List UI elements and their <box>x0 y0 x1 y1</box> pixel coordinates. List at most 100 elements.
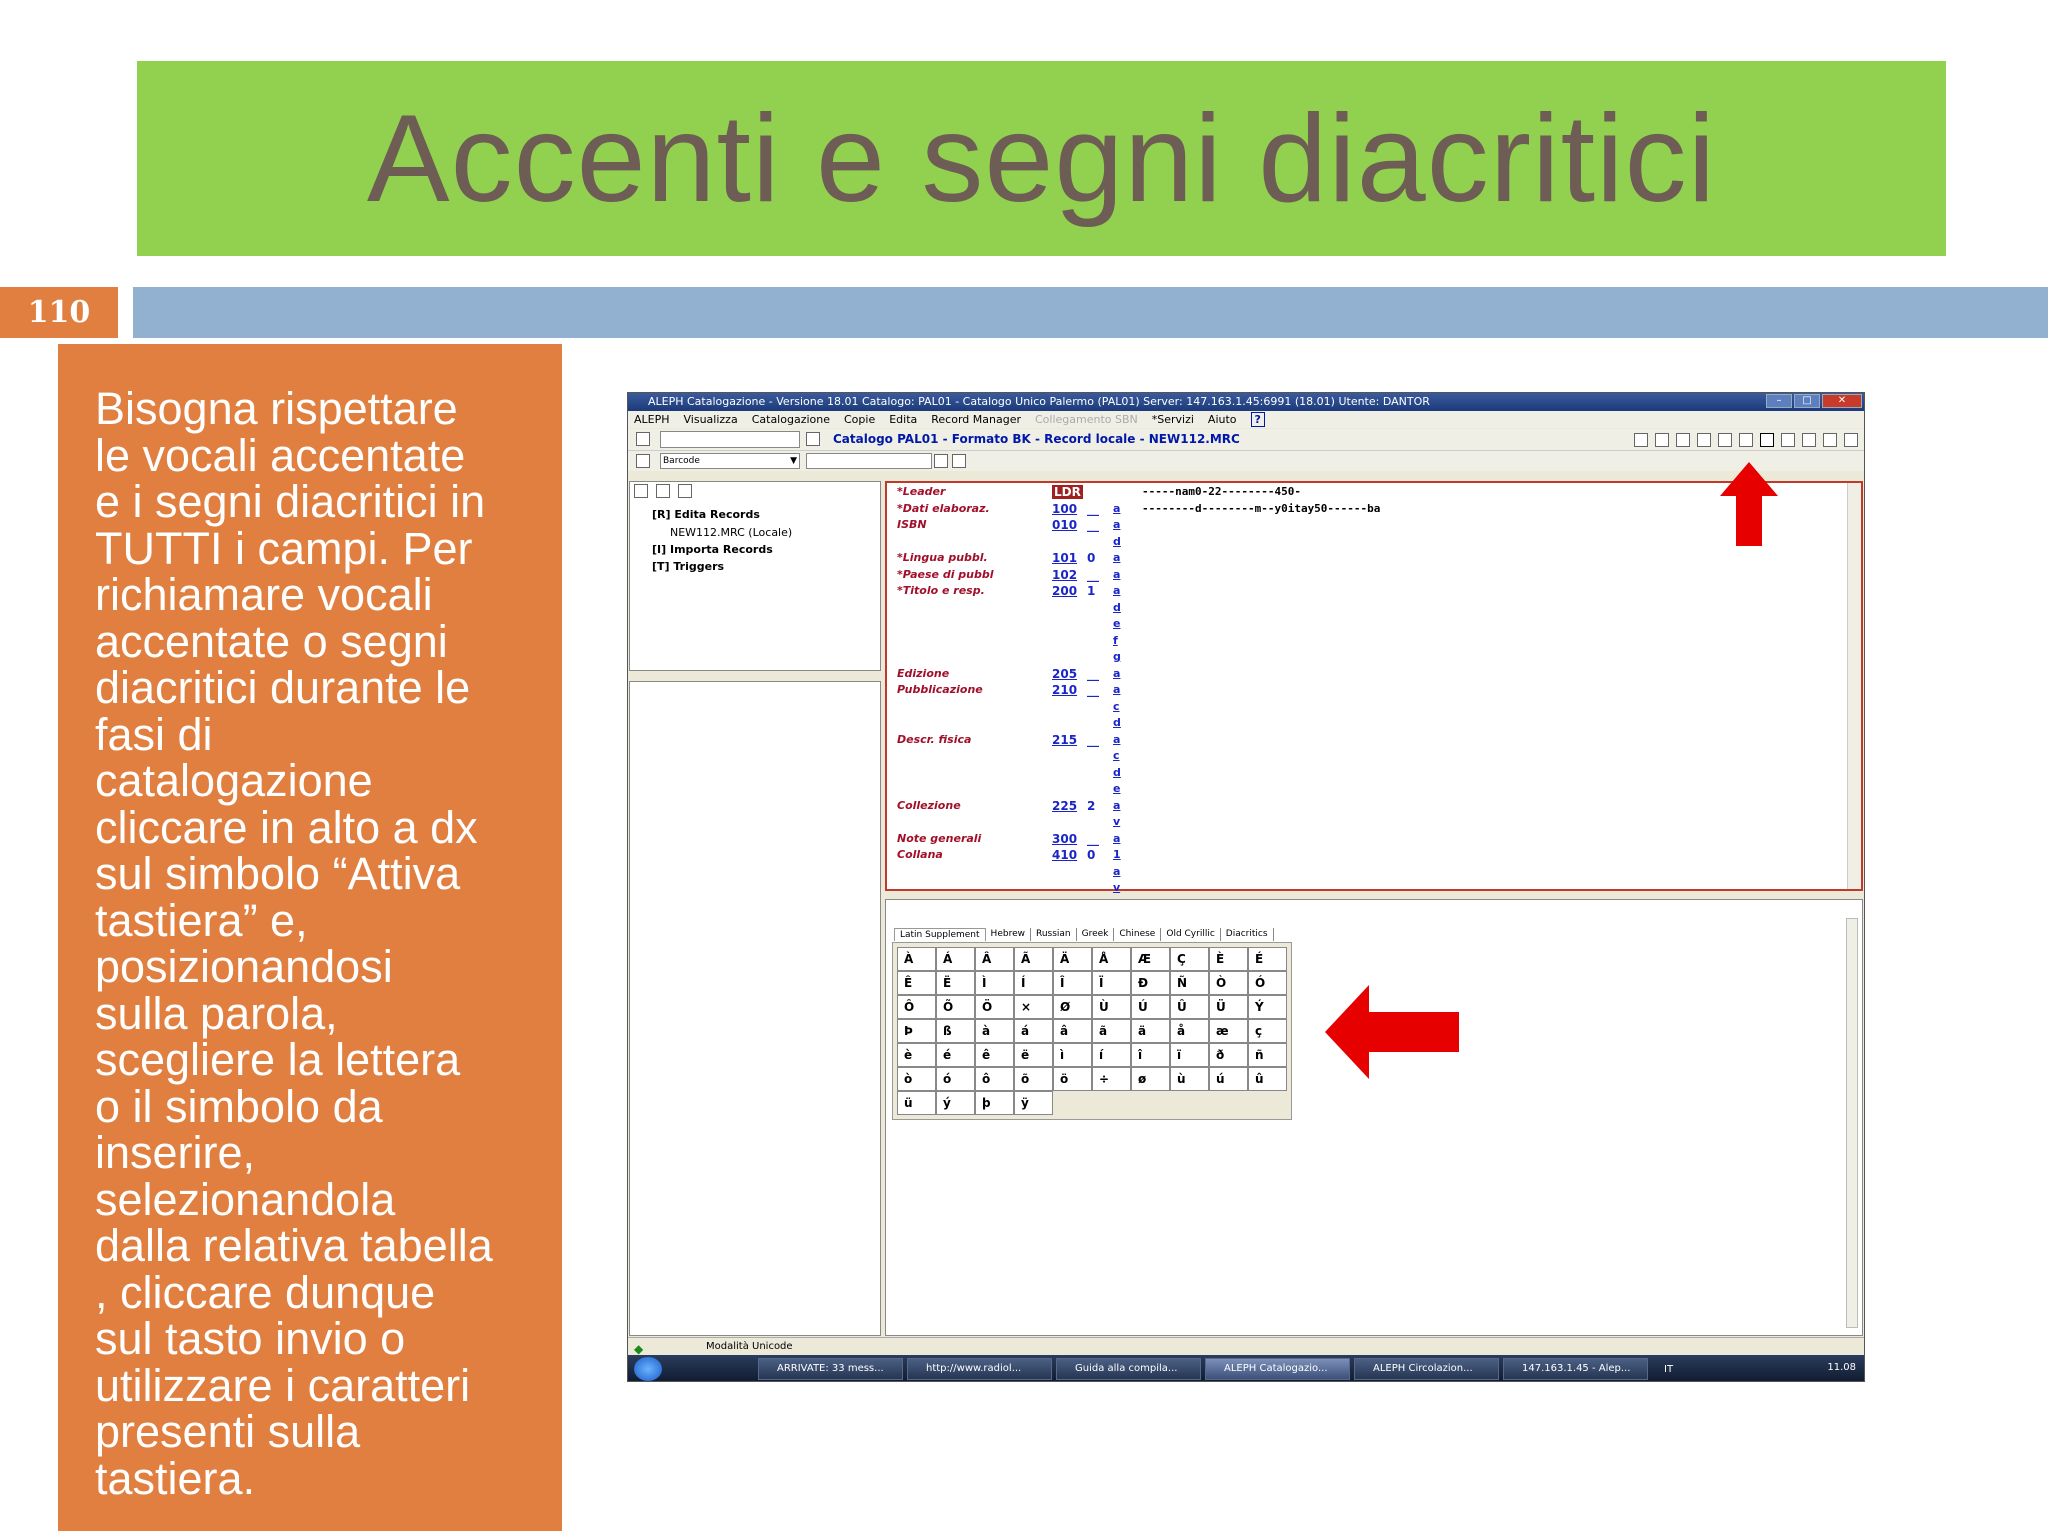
tray-language[interactable]: IT <box>1664 1364 1673 1375</box>
keyboard-key[interactable]: â <box>1053 1019 1092 1043</box>
field-value[interactable]: --------d--------m--y0itay50------ba <box>1142 502 1380 515</box>
keyboard-key[interactable]: è <box>897 1043 936 1067</box>
keyboard-key[interactable]: À <box>897 947 936 971</box>
taskbar-item[interactable]: ARRIVATE: 33 mess... <box>758 1358 903 1380</box>
keyboard-key[interactable]: Ì <box>975 971 1014 995</box>
field-subfield[interactable]: a <box>1113 733 1120 746</box>
tree-copy-icon[interactable] <box>656 484 670 498</box>
keyboard-key[interactable]: Ö <box>975 995 1014 1019</box>
keyboard-key[interactable]: à <box>975 1019 1014 1043</box>
field-tag[interactable]: 200 <box>1052 584 1077 598</box>
keyboard-tab[interactable]: Diacritics <box>1221 928 1274 941</box>
taskbar-item[interactable]: Guida alla compila... <box>1056 1358 1201 1380</box>
keyboard-tab[interactable]: Hebrew <box>986 928 1031 941</box>
keyboard-tab[interactable]: Chinese <box>1114 928 1162 941</box>
field-indicator[interactable]: __ <box>1087 502 1099 516</box>
field-subfield[interactable]: a <box>1113 865 1120 878</box>
keyboard-key[interactable]: í <box>1092 1043 1131 1067</box>
keyboard-key[interactable]: õ <box>1014 1067 1053 1091</box>
field-tag[interactable]: 101 <box>1052 551 1077 565</box>
keyboard-key[interactable]: ñ <box>1248 1043 1287 1067</box>
keyboard-key[interactable]: Ò <box>1209 971 1248 995</box>
field-subfield[interactable]: a <box>1113 551 1120 564</box>
barcode-select[interactable]: Barcode ▼ <box>660 453 800 469</box>
keyboard-key[interactable]: ÿ <box>1014 1091 1053 1115</box>
keyboard-key[interactable]: ä <box>1131 1019 1170 1043</box>
check-icon[interactable] <box>1739 433 1753 447</box>
field-subfield[interactable]: e <box>1113 617 1120 630</box>
field-tag[interactable]: 010 <box>1052 518 1077 532</box>
menu-item[interactable]: Visualizza <box>684 411 738 428</box>
field-tag[interactable]: 100 <box>1052 502 1077 516</box>
keyboard-key[interactable]: á <box>1014 1019 1053 1043</box>
tree-item-edit-records[interactable]: [R] Edita Records <box>652 508 760 521</box>
field-subfield[interactable]: a <box>1113 518 1120 531</box>
keyboard-key[interactable]: Ø <box>1053 995 1092 1019</box>
keyboard-key[interactable]: Æ <box>1131 947 1170 971</box>
field-tag[interactable]: 300 <box>1052 832 1077 846</box>
copy-icon[interactable] <box>636 454 650 468</box>
form-icon[interactable] <box>1781 433 1795 447</box>
keyboard-key[interactable]: Ñ <box>1170 971 1209 995</box>
field-subfield[interactable]: g <box>1113 650 1121 663</box>
keyboard-key[interactable]: å <box>1170 1019 1209 1043</box>
field-subfield[interactable]: d <box>1113 601 1121 614</box>
menu-item[interactable]: Edita <box>889 411 917 428</box>
keyboard-key[interactable]: Ê <box>897 971 936 995</box>
field-tag[interactable]: 102 <box>1052 568 1077 582</box>
field-subfield[interactable]: a <box>1113 832 1120 845</box>
keyboard-key[interactable]: Î <box>1053 971 1092 995</box>
keyboard-key[interactable]: ã <box>1092 1019 1131 1043</box>
menu-item[interactable]: Aiuto <box>1208 411 1237 428</box>
keyboard-tab[interactable]: Russian <box>1031 928 1077 941</box>
list-icon[interactable] <box>1697 433 1711 447</box>
keyboard-key[interactable]: Â <box>975 947 1014 971</box>
keyboard-tab[interactable]: Latin Supplement <box>894 928 986 941</box>
keyboard-key[interactable]: Ä <box>1053 947 1092 971</box>
keyboard-key[interactable]: Ý <box>1248 995 1287 1019</box>
field-indicator[interactable]: __ <box>1087 832 1099 846</box>
field-subfield[interactable]: a <box>1113 502 1120 515</box>
field-tag[interactable]: 410 <box>1052 848 1077 862</box>
close-button[interactable]: ✕ <box>1822 394 1862 408</box>
keyboard-tab[interactable]: Old Cyrillic <box>1161 928 1221 941</box>
taskbar-item[interactable]: http://www.radiol... <box>907 1358 1052 1380</box>
field-indicator[interactable]: 2 <box>1087 799 1095 813</box>
keyboard-key[interactable]: ÷ <box>1092 1067 1131 1091</box>
field-subfield[interactable]: 1 <box>1113 848 1121 861</box>
keyboard-key[interactable]: Ù <box>1092 995 1131 1019</box>
keyboard-key[interactable]: Å <box>1092 947 1131 971</box>
menu-item[interactable]: Catalogazione <box>752 411 830 428</box>
keyboard-key[interactable]: þ <box>975 1091 1014 1115</box>
field-indicator[interactable]: 0 <box>1087 848 1095 862</box>
keyboard-key[interactable]: ù <box>1170 1067 1209 1091</box>
field-indicator[interactable]: 0 <box>1087 551 1095 565</box>
field-value[interactable]: -----nam0-22--------450- <box>1142 485 1301 498</box>
keyboard-key[interactable]: Ã <box>1014 947 1053 971</box>
field-indicator[interactable]: __ <box>1087 667 1099 681</box>
book-icon[interactable] <box>1676 433 1690 447</box>
field-indicator[interactable]: __ <box>1087 683 1099 697</box>
close-record-icon[interactable] <box>1823 433 1837 447</box>
menu-item[interactable]: Copie <box>844 411 875 428</box>
field-subfield[interactable]: d <box>1113 535 1121 548</box>
keyboard-key[interactable]: î <box>1131 1043 1170 1067</box>
keyboard-key[interactable]: ý <box>936 1091 975 1115</box>
binoculars-icon[interactable] <box>678 484 692 498</box>
search-input[interactable] <box>660 431 800 448</box>
menu-item[interactable]: Record Manager <box>931 411 1021 428</box>
keyboard-key[interactable]: É <box>1248 947 1287 971</box>
tree-item-import-records[interactable]: [I] Importa Records <box>652 543 773 556</box>
field-subfield[interactable]: a <box>1113 683 1120 696</box>
keyboard-key[interactable]: Õ <box>936 995 975 1019</box>
keyboard-key[interactable]: È <box>1209 947 1248 971</box>
keyboard-key[interactable]: ç <box>1248 1019 1287 1043</box>
taskbar-item[interactable]: ALEPH Circolazion... <box>1354 1358 1499 1380</box>
taskbar-item[interactable]: ALEPH Catalogazio... <box>1205 1358 1350 1380</box>
field-tag[interactable]: LDR <box>1052 485 1083 499</box>
field-subfield[interactable]: a <box>1113 568 1120 581</box>
keyboard-key[interactable]: Þ <box>897 1019 936 1043</box>
new-record-icon[interactable] <box>1634 433 1648 447</box>
field-subfield[interactable]: e <box>1113 782 1120 795</box>
keyboard-key[interactable]: Ó <box>1248 971 1287 995</box>
